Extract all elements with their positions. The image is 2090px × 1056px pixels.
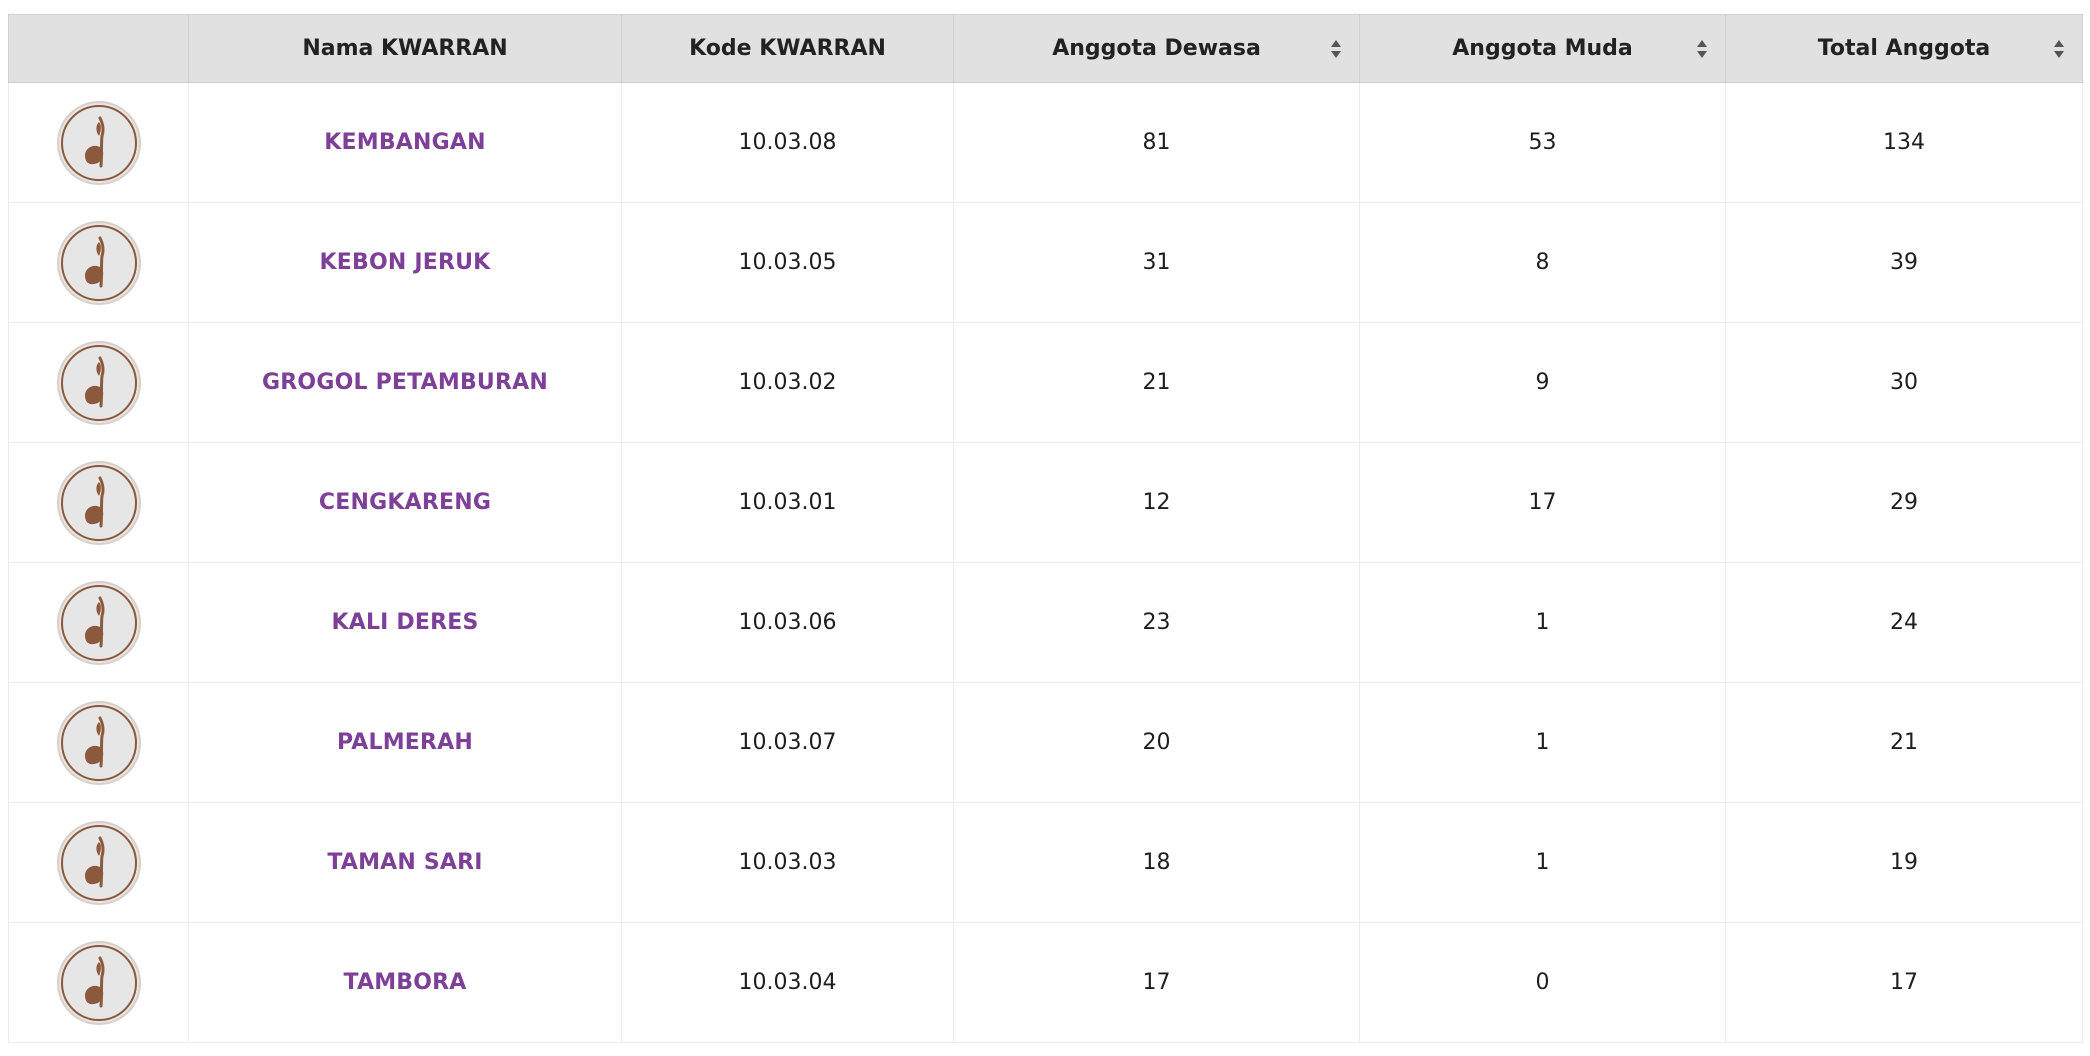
scout-logo-icon bbox=[56, 700, 142, 786]
kwarran-name-link[interactable]: KALI DERES bbox=[331, 610, 478, 635]
scout-logo-icon bbox=[56, 340, 142, 426]
muda-cell: 8 bbox=[1359, 202, 1726, 323]
kwarran-name-link[interactable]: TAMBORA bbox=[343, 970, 466, 995]
name-cell: GROGOL PETAMBURAN bbox=[188, 322, 622, 443]
dewasa-cell: 17 bbox=[953, 922, 1360, 1043]
dewasa-cell: 21 bbox=[953, 322, 1360, 443]
header-total-anggota[interactable]: Total Anggota bbox=[1725, 14, 2083, 83]
muda-cell: 1 bbox=[1359, 682, 1726, 803]
kwarran-table: Nama KWARRAN Kode KWARRAN Anggota Dewasa… bbox=[8, 14, 2083, 1043]
sort-icon[interactable] bbox=[2052, 37, 2066, 61]
header-anggota-muda[interactable]: Anggota Muda bbox=[1359, 14, 1726, 83]
code-cell: 10.03.08 bbox=[621, 82, 954, 203]
table-row: KEMBANGAN 10.03.08 81 53 134 bbox=[8, 82, 2083, 203]
total-cell: 39 bbox=[1725, 202, 2083, 323]
kwarran-name-link[interactable]: GROGOL PETAMBURAN bbox=[262, 370, 548, 395]
code-cell: 10.03.05 bbox=[621, 202, 954, 323]
name-cell: TAMBORA bbox=[188, 922, 622, 1043]
muda-cell: 0 bbox=[1359, 922, 1726, 1043]
muda-cell: 53 bbox=[1359, 82, 1726, 203]
header-label: Anggota Muda bbox=[1452, 36, 1633, 61]
header-label: Anggota Dewasa bbox=[1052, 36, 1261, 61]
logo-cell bbox=[8, 922, 189, 1043]
kwarran-name-link[interactable]: PALMERAH bbox=[337, 730, 473, 755]
name-cell: KEBON JERUK bbox=[188, 202, 622, 323]
code-cell: 10.03.07 bbox=[621, 682, 954, 803]
logo-cell bbox=[8, 322, 189, 443]
table-row: TAMAN SARI 10.03.03 18 1 19 bbox=[8, 802, 2083, 923]
total-cell: 19 bbox=[1725, 802, 2083, 923]
table-body: KEMBANGAN 10.03.08 81 53 134 KEBON JERUK 10.03… bbox=[8, 82, 2083, 1043]
code-cell: 10.03.06 bbox=[621, 562, 954, 683]
scout-logo-icon bbox=[56, 940, 142, 1026]
code-cell: 10.03.02 bbox=[621, 322, 954, 443]
total-cell: 30 bbox=[1725, 322, 2083, 443]
muda-cell: 1 bbox=[1359, 802, 1726, 923]
code-cell: 10.03.04 bbox=[621, 922, 954, 1043]
code-cell: 10.03.01 bbox=[621, 442, 954, 563]
dewasa-cell: 31 bbox=[953, 202, 1360, 323]
kwarran-name-link[interactable]: CENGKARENG bbox=[319, 490, 491, 515]
header-anggota-dewasa[interactable]: Anggota Dewasa bbox=[953, 14, 1360, 83]
logo-cell bbox=[8, 802, 189, 923]
kwarran-name-link[interactable]: KEBON JERUK bbox=[320, 250, 491, 275]
scout-logo-icon bbox=[56, 100, 142, 186]
total-cell: 17 bbox=[1725, 922, 2083, 1043]
table-row: TAMBORA 10.03.04 17 0 17 bbox=[8, 922, 2083, 1043]
table-row: PALMERAH 10.03.07 20 1 21 bbox=[8, 682, 2083, 803]
header-label: Total Anggota bbox=[1817, 36, 1991, 61]
logo-cell bbox=[8, 202, 189, 323]
logo-cell bbox=[8, 562, 189, 683]
muda-cell: 17 bbox=[1359, 442, 1726, 563]
kwarran-table-container: Nama KWARRAN Kode KWARRAN Anggota Dewasa… bbox=[8, 14, 2083, 1043]
scout-logo-icon bbox=[56, 580, 142, 666]
table-row: GROGOL PETAMBURAN 10.03.02 21 9 30 bbox=[8, 322, 2083, 443]
header-kode-kwarran: Kode KWARRAN bbox=[621, 14, 954, 83]
logo-cell bbox=[8, 82, 189, 203]
dewasa-cell: 20 bbox=[953, 682, 1360, 803]
muda-cell: 9 bbox=[1359, 322, 1726, 443]
name-cell: PALMERAH bbox=[188, 682, 622, 803]
logo-cell bbox=[8, 442, 189, 563]
name-cell: TAMAN SARI bbox=[188, 802, 622, 923]
total-cell: 21 bbox=[1725, 682, 2083, 803]
total-cell: 29 bbox=[1725, 442, 2083, 563]
dewasa-cell: 81 bbox=[953, 82, 1360, 203]
logo-cell bbox=[8, 682, 189, 803]
dewasa-cell: 18 bbox=[953, 802, 1360, 923]
table-header-row: Nama KWARRAN Kode KWARRAN Anggota Dewasa… bbox=[8, 14, 2083, 83]
header-logo bbox=[8, 14, 189, 83]
table-row: CENGKARENG 10.03.01 12 17 29 bbox=[8, 442, 2083, 563]
name-cell: KALI DERES bbox=[188, 562, 622, 683]
name-cell: KEMBANGAN bbox=[188, 82, 622, 203]
code-cell: 10.03.03 bbox=[621, 802, 954, 923]
dewasa-cell: 23 bbox=[953, 562, 1360, 683]
scout-logo-icon bbox=[56, 820, 142, 906]
kwarran-name-link[interactable]: TAMAN SARI bbox=[327, 850, 482, 875]
dewasa-cell: 12 bbox=[953, 442, 1360, 563]
header-label: Kode KWARRAN bbox=[689, 36, 886, 61]
total-cell: 134 bbox=[1725, 82, 2083, 203]
kwarran-name-link[interactable]: KEMBANGAN bbox=[324, 130, 485, 155]
scout-logo-icon bbox=[56, 460, 142, 546]
sort-icon[interactable] bbox=[1329, 37, 1343, 61]
table-row: KALI DERES 10.03.06 23 1 24 bbox=[8, 562, 2083, 683]
muda-cell: 1 bbox=[1359, 562, 1726, 683]
header-nama-kwarran: Nama KWARRAN bbox=[188, 14, 622, 83]
table-row: KEBON JERUK 10.03.05 31 8 39 bbox=[8, 202, 2083, 323]
name-cell: CENGKARENG bbox=[188, 442, 622, 563]
total-cell: 24 bbox=[1725, 562, 2083, 683]
sort-icon[interactable] bbox=[1695, 37, 1709, 61]
scout-logo-icon bbox=[56, 220, 142, 306]
header-label: Nama KWARRAN bbox=[302, 36, 508, 61]
